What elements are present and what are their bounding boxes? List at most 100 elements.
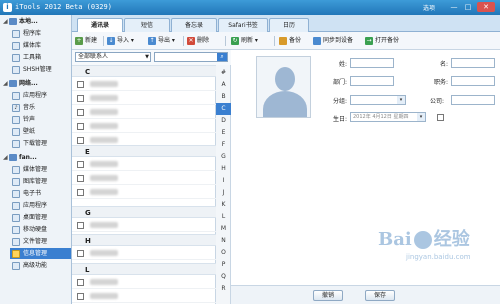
- list-item[interactable]: [72, 185, 216, 199]
- checkbox[interactable]: [77, 81, 84, 88]
- tab-sms[interactable]: 短信: [124, 18, 170, 32]
- index-letter[interactable]: G: [216, 151, 231, 163]
- index-letter[interactable]: J: [216, 187, 231, 199]
- group-select[interactable]: 全部联系人 ▼: [75, 52, 151, 62]
- index-letter[interactable]: D: [216, 115, 231, 127]
- refresh-button[interactable]: ↻ 刷新 ▾: [231, 35, 258, 47]
- company-input[interactable]: [451, 95, 495, 105]
- sidebar-item-wallpaper[interactable]: 壁纸: [12, 126, 71, 137]
- options-menu[interactable]: 选项: [423, 3, 435, 12]
- birthday-checkbox[interactable]: [437, 114, 444, 121]
- tab-calendar[interactable]: 日历: [269, 18, 309, 32]
- list-item[interactable]: [72, 275, 216, 289]
- index-letter[interactable]: B: [216, 91, 231, 103]
- sidebar-item-photo-manage[interactable]: 图库管理: [12, 176, 71, 187]
- minimize-button[interactable]: —: [448, 2, 460, 12]
- bottom-action-bar: 撤销 保存: [231, 285, 500, 304]
- chevron-down-icon: ▼: [145, 54, 149, 60]
- tab-notes[interactable]: 备忘录: [171, 18, 217, 32]
- toolbar-divider: [274, 36, 275, 46]
- sidebar-item-desktop-manage[interactable]: 桌面管理: [12, 212, 71, 223]
- search-icon[interactable]: ⌕: [217, 53, 227, 61]
- checkbox[interactable]: [77, 222, 84, 229]
- sync-button[interactable]: 同步到设备: [313, 35, 353, 47]
- sidebar-item-mobile-disk[interactable]: 移动硬盘: [12, 224, 71, 235]
- sidebar-item-toolbox[interactable]: 工具箱: [12, 52, 71, 63]
- toolbar-divider: [183, 36, 184, 46]
- checkbox[interactable]: [77, 250, 84, 257]
- list-item[interactable]: [72, 289, 216, 303]
- save-button[interactable]: 保存: [365, 290, 395, 301]
- index-letter[interactable]: F: [216, 139, 231, 151]
- maximize-button[interactable]: □: [462, 2, 474, 12]
- sidebar-item-device-apps[interactable]: 应用程序: [12, 200, 71, 211]
- department-input[interactable]: [350, 76, 394, 86]
- index-letter[interactable]: R: [216, 283, 231, 295]
- sidebar-item-applications[interactable]: 应用程序: [12, 90, 71, 101]
- index-letter[interactable]: K: [216, 199, 231, 211]
- index-letter-active[interactable]: C: [216, 103, 231, 115]
- sidebar-item-app-library[interactable]: 程序库: [12, 28, 71, 39]
- index-letter[interactable]: #: [216, 67, 231, 79]
- index-letter[interactable]: A: [216, 79, 231, 91]
- birthday-picker[interactable]: 2012年 4月12日 星期四 ▾: [350, 112, 426, 122]
- index-letter[interactable]: P: [216, 259, 231, 271]
- index-letter[interactable]: Q: [216, 271, 231, 283]
- undo-button[interactable]: 撤销: [313, 290, 343, 301]
- avatar[interactable]: [256, 56, 311, 118]
- index-letter[interactable]: L: [216, 211, 231, 223]
- list-item[interactable]: [72, 157, 216, 171]
- close-button[interactable]: ✕: [477, 2, 495, 12]
- tab-safari-bookmarks[interactable]: Safari书签: [218, 18, 268, 32]
- new-button[interactable]: + 新建: [75, 35, 97, 47]
- name-input[interactable]: [451, 58, 495, 68]
- sidebar-group-local[interactable]: ◢ 本地...: [3, 17, 38, 27]
- sidebar-item-info-manage[interactable]: 信息管理: [10, 248, 71, 259]
- sidebar-item-ringtones[interactable]: 铃声: [12, 114, 71, 125]
- sidebar-item-file-manage[interactable]: 文件管理: [12, 236, 71, 247]
- checkbox[interactable]: [77, 279, 84, 286]
- index-letter[interactable]: M: [216, 223, 231, 235]
- sidebar-item-music[interactable]: ♪ 音乐: [12, 102, 71, 113]
- sidebar-item-advanced[interactable]: 高级功能: [12, 260, 71, 271]
- list-item[interactable]: [72, 91, 216, 105]
- delete-button[interactable]: ✕ 删除: [187, 35, 209, 47]
- checkbox[interactable]: [77, 189, 84, 196]
- sidebar-item-media-manage[interactable]: 媒体管理: [12, 164, 71, 175]
- list-item[interactable]: [72, 246, 216, 260]
- group-select[interactable]: ▾: [350, 95, 406, 105]
- photo-manage-icon: [12, 177, 20, 186]
- tab-contacts[interactable]: 通讯录: [77, 18, 123, 33]
- checkbox[interactable]: [77, 175, 84, 182]
- export-button[interactable]: ↑ 导出 ▾: [148, 35, 175, 47]
- list-item[interactable]: [72, 171, 216, 185]
- checkbox[interactable]: [77, 137, 84, 144]
- open-backup-button[interactable]: → 打开备份: [365, 35, 399, 47]
- surname-input[interactable]: [350, 58, 394, 68]
- sidebar-item-downloads[interactable]: 下载管理: [12, 138, 71, 149]
- index-letter[interactable]: I: [216, 175, 231, 187]
- checkbox[interactable]: [77, 123, 84, 130]
- checkbox[interactable]: [77, 109, 84, 116]
- checkbox[interactable]: [77, 95, 84, 102]
- checkbox[interactable]: [77, 293, 84, 300]
- list-item[interactable]: [72, 119, 216, 133]
- index-letter[interactable]: O: [216, 247, 231, 259]
- import-button[interactable]: ↓ 导入 ▾: [107, 35, 134, 47]
- backup-button[interactable]: 备份: [279, 35, 301, 47]
- sidebar-item-media-library[interactable]: 媒体库: [12, 40, 71, 51]
- list-item[interactable]: [72, 77, 216, 91]
- job-title-input[interactable]: [451, 76, 495, 86]
- index-letter[interactable]: N: [216, 235, 231, 247]
- sidebar-group-network[interactable]: ◢ 网络...: [3, 79, 38, 89]
- index-letter[interactable]: E: [216, 127, 231, 139]
- checkbox[interactable]: [77, 161, 84, 168]
- sidebar-item-ebooks[interactable]: 电子书: [12, 188, 71, 199]
- sidebar-group-device[interactable]: ◢ fan...: [3, 153, 37, 163]
- wallpaper-icon: [12, 127, 20, 136]
- sidebar-item-shsh[interactable]: SHSH管理: [12, 64, 71, 75]
- search-input[interactable]: ⌕: [154, 52, 228, 62]
- list-item[interactable]: [72, 218, 216, 232]
- index-letter[interactable]: H: [216, 163, 231, 175]
- list-item[interactable]: [72, 105, 216, 119]
